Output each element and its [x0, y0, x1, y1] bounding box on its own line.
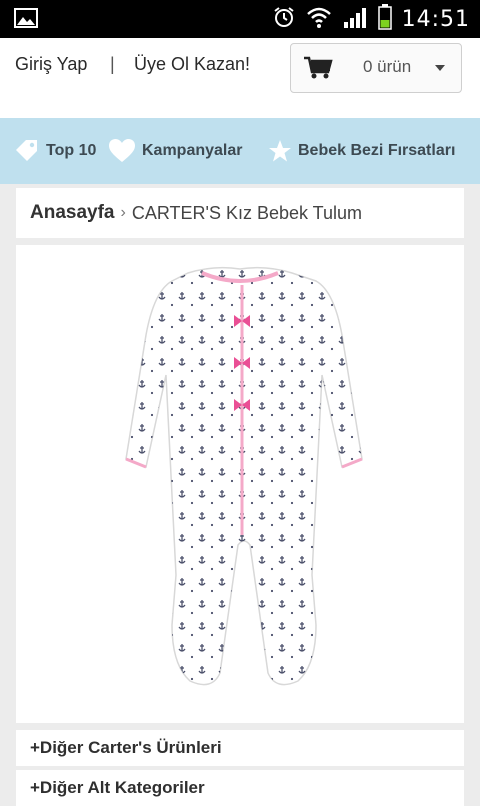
- nav-label-campaigns: Kampanyalar: [142, 142, 243, 159]
- signal-icon: [342, 5, 368, 34]
- cart-count: 0 ürün: [363, 57, 412, 76]
- breadcrumb-current: CARTER'S Kız Bebek Tulum: [131, 202, 363, 223]
- battery-icon: [377, 3, 392, 35]
- cart-icon: [303, 56, 333, 80]
- nav-label-top10: Top 10: [46, 142, 97, 159]
- alarm-icon: [272, 5, 296, 34]
- header-separator: |: [110, 54, 115, 74]
- category-nav: Top 10 Kampanyalar Bebek Bezi Fırsatları: [0, 118, 480, 184]
- breadcrumb-home[interactable]: Anasayfa: [30, 202, 115, 224]
- star-icon: [268, 139, 292, 163]
- cart-button[interactable]: 0 ürün: [290, 43, 462, 93]
- tag-icon: [14, 138, 40, 164]
- nav-item-campaigns[interactable]: Kampanyalar: [108, 118, 243, 184]
- section-other-carters-products[interactable]: +Diğer Carter's Ürünleri: [16, 730, 464, 766]
- chevron-down-icon: [435, 65, 445, 71]
- status-bar: 14:51: [0, 0, 480, 38]
- product-image[interactable]: [16, 245, 464, 723]
- nav-item-diaper-deals[interactable]: Bebek Bezi Fırsatları: [268, 118, 455, 184]
- image-icon: [14, 8, 38, 28]
- status-time: 14:51: [401, 6, 470, 32]
- top-header: Giriş Yap | Üye Ol Kazan! 0 ürün: [0, 38, 480, 118]
- heart-icon: [108, 138, 136, 164]
- breadcrumb: Anasayfa › CARTER'S Kız Bebek Tulum: [16, 188, 464, 238]
- nav-item-top10[interactable]: Top 10: [14, 118, 96, 184]
- login-link[interactable]: Giriş Yap: [15, 54, 87, 75]
- section-other-sub-categories[interactable]: +Diğer Alt Kategoriler: [16, 770, 464, 806]
- signup-link[interactable]: Üye Ol Kazan!: [134, 54, 250, 75]
- nav-label-diaper-deals: Bebek Bezi Fırsatları: [298, 142, 456, 159]
- wifi-icon: [306, 5, 332, 34]
- chevron-right-icon: ›: [120, 204, 126, 221]
